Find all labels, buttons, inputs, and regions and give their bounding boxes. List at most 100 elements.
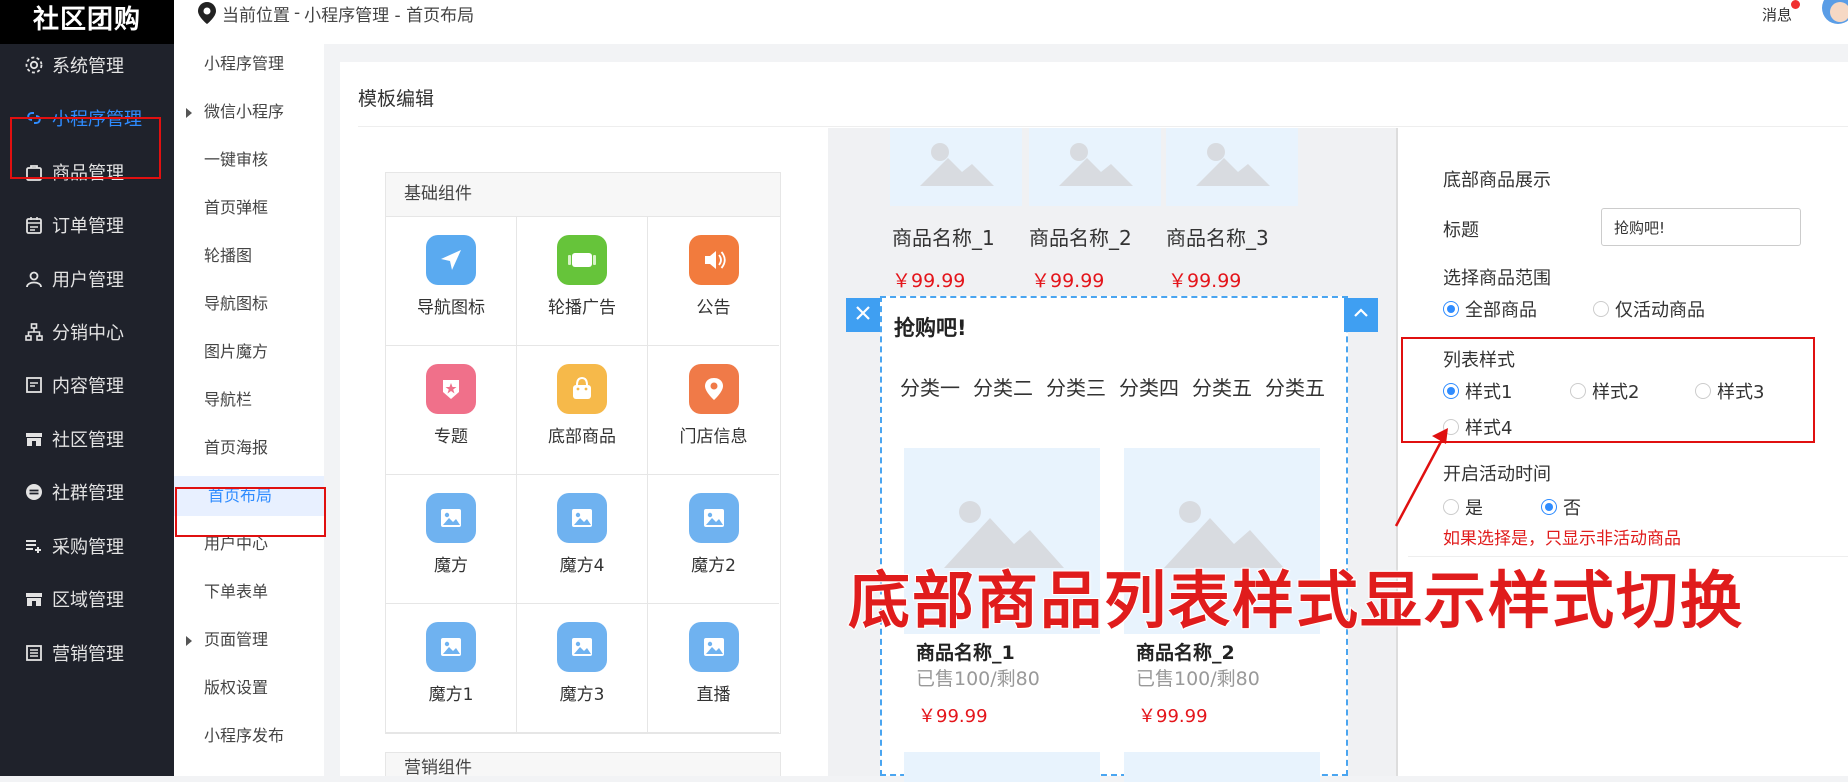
sidebar-item-10[interactable]: 采购管理	[0, 521, 174, 571]
category-tab[interactable]: 分类二	[973, 372, 1033, 401]
product-sold: 已售100/剩80	[916, 668, 1040, 690]
sidebar-item-6[interactable]: 分销中心	[0, 307, 174, 357]
image-icon	[557, 493, 607, 543]
annotation-arrow-icon	[1394, 428, 1448, 527]
product-image-placeholder	[1166, 128, 1298, 206]
component-label: 魔方3	[559, 685, 605, 705]
subnav-item-label: 微信小程序	[204, 102, 285, 121]
subnav-item-14[interactable]: 版权设置	[174, 668, 324, 708]
sidebar-item-label: 采购管理	[52, 537, 124, 558]
store-icon	[22, 587, 46, 611]
subnav-item-2[interactable]: 微信小程序	[174, 92, 324, 132]
activity-hint: 如果选择是，只显示非活动商品	[1443, 529, 1681, 549]
category-tab[interactable]: 分类一	[900, 372, 960, 401]
product-image-placeholder	[1029, 128, 1161, 206]
location-label: 当前位置	[222, 5, 290, 26]
selected-module[interactable]: 抢购吧! 商品名称_1 已售100/剩80 ￥99.99 商品名称_2 已售10…	[880, 296, 1348, 782]
component-item[interactable]: 导航图标	[386, 217, 517, 346]
subnav-item-12[interactable]: 下单表单	[174, 572, 324, 612]
shopping-bag-icon	[557, 364, 607, 414]
image-icon	[426, 622, 476, 672]
top-product-price: ￥99.99	[892, 270, 966, 292]
breadcrumb: 当前位置 - 小程序管理 - 首页布局	[198, 0, 474, 26]
component-item[interactable]: 魔方3	[517, 604, 648, 733]
subnav-item-3[interactable]: 一键审核	[174, 140, 324, 180]
subnav-item-label: 图片魔方	[204, 342, 269, 361]
top-product-name: 商品名称_1	[892, 226, 995, 250]
title-input[interactable]	[1601, 208, 1801, 246]
top-product-price: ￥99.99	[1031, 270, 1105, 292]
sidebar-item-label: 订单管理	[52, 216, 124, 237]
subnav-item-label: 下单表单	[204, 582, 269, 601]
speaker-icon	[688, 235, 739, 285]
component-item[interactable]: 魔方	[386, 475, 517, 604]
subnav-item-label: 版权设置	[204, 678, 269, 697]
collapse-module-button[interactable]	[1344, 298, 1378, 332]
sidebar-item-label: 区域管理	[52, 590, 124, 611]
store-pin-icon	[688, 364, 739, 414]
component-item[interactable]: 门店信息	[648, 346, 779, 475]
close-module-button[interactable]	[846, 298, 880, 332]
close-icon	[854, 304, 872, 326]
product-image-placeholder	[904, 752, 1100, 782]
component-item[interactable]: 魔方2	[648, 475, 779, 604]
marketing-components-header: 营销组件	[385, 752, 781, 776]
subnav-item-5[interactable]: 轮播图	[174, 236, 324, 276]
subnav-item-9[interactable]: 首页海报	[174, 428, 324, 468]
sidebar-item-1[interactable]: 系统管理	[0, 40, 174, 90]
sidebar-item-label: 营销管理	[52, 644, 124, 665]
sidebar-item-label: 社区管理	[52, 430, 124, 451]
subnav-item-6[interactable]: 导航图标	[174, 284, 324, 324]
product-image-placeholder	[890, 128, 1022, 206]
expand-triangle-icon	[186, 108, 192, 118]
section-title: 抢购吧!	[894, 316, 967, 340]
component-label: 门店信息	[679, 427, 748, 447]
product-price: ￥99.99	[1138, 706, 1208, 727]
category-tab[interactable]: 分类四	[1119, 372, 1179, 401]
sidebar-item-11[interactable]: 区域管理	[0, 574, 174, 624]
category-tab[interactable]: 分类五	[1265, 372, 1325, 401]
component-label: 导航图标	[417, 298, 485, 318]
component-item[interactable]: 直播	[648, 604, 779, 733]
user-icon	[22, 267, 46, 291]
annotation-text: 底部商品列表样式显示样式切换	[847, 563, 1745, 638]
top-header: 当前位置 - 小程序管理 - 首页布局 消息	[174, 0, 1848, 44]
category-tab[interactable]: 分类三	[1046, 372, 1106, 401]
message-link[interactable]: 消息	[1762, 0, 1801, 25]
subnav-item-15[interactable]: 小程序发布	[174, 716, 324, 756]
brand-logo: 社区团购	[0, 0, 174, 44]
sidebar-item-label: 分销中心	[52, 323, 124, 344]
sidebar-item-5[interactable]: 用户管理	[0, 254, 174, 304]
component-item[interactable]: 公告	[648, 217, 779, 346]
subnav-item-8[interactable]: 导航栏	[174, 380, 324, 420]
component-label: 魔方1	[428, 685, 474, 705]
avatar[interactable]	[1822, 0, 1848, 24]
subnav-item-label: 页面管理	[204, 630, 269, 649]
sidebar-item-12[interactable]: 营销管理	[0, 628, 174, 678]
sub-navigation: 小程序管理 微信小程序 一键审核 首页弹框 轮播图 导航图标 图片魔方 导航栏 首页海报 首页布局…	[174, 44, 324, 776]
range-radio-activity[interactable]: 仅活动商品	[1593, 296, 1705, 322]
sidebar-item-7[interactable]: 内容管理	[0, 360, 174, 410]
activity-radio-no[interactable]: 否	[1541, 494, 1581, 520]
top-product-name: 商品名称_3	[1166, 226, 1269, 250]
store-icon	[22, 427, 46, 451]
subnav-item-4[interactable]: 首页弹框	[174, 188, 324, 228]
carousel-icon	[557, 235, 607, 285]
subnav-item-13[interactable]: 页面管理	[174, 620, 324, 660]
document-icon	[22, 373, 46, 397]
image-icon	[688, 493, 739, 543]
component-item[interactable]: 专题	[386, 346, 517, 475]
subnav-item-label: 轮播图	[204, 246, 253, 265]
subnav-item-7[interactable]: 图片魔方	[174, 332, 324, 372]
range-radio-all[interactable]: 全部商品	[1443, 296, 1537, 322]
component-item[interactable]: 底部商品	[517, 346, 648, 475]
product-price: ￥99.99	[918, 706, 988, 727]
sidebar-item-8[interactable]: 社区管理	[0, 414, 174, 464]
category-tab[interactable]: 分类五	[1192, 372, 1252, 401]
sidebar-item-4[interactable]: 订单管理	[0, 200, 174, 250]
component-item[interactable]: 魔方4	[517, 475, 648, 604]
subnav-item-1[interactable]: 小程序管理	[174, 44, 324, 84]
sidebar-item-9[interactable]: 社群管理	[0, 467, 174, 517]
component-item[interactable]: 轮播广告	[517, 217, 648, 346]
component-item[interactable]: 魔方1	[386, 604, 517, 733]
